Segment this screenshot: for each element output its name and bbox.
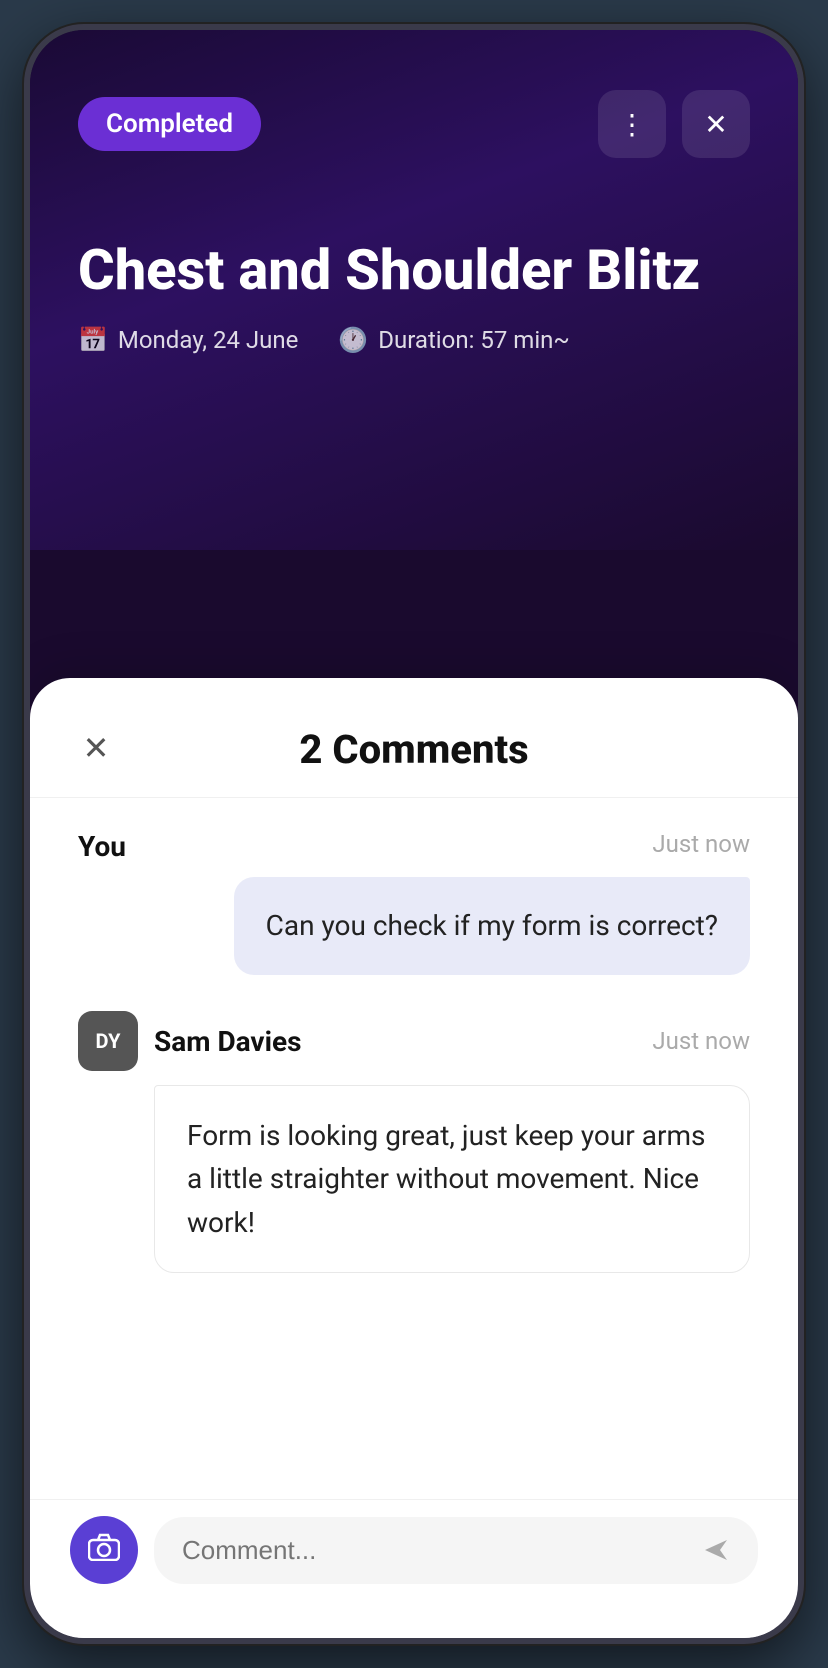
close-panel-icon: ✕	[83, 729, 110, 767]
panel-header: ✕ 2 Comments	[30, 678, 798, 798]
comment-field-wrapper[interactable]	[154, 1517, 758, 1584]
date-meta: 📅 Monday, 24 June	[78, 326, 298, 354]
completed-badge: Completed	[78, 97, 261, 151]
comments-title: 2 Comments	[299, 726, 528, 773]
comment-author-name: You	[78, 830, 126, 863]
camera-icon	[88, 1533, 120, 1568]
comment-input-bar	[30, 1499, 798, 1608]
close-comments-button[interactable]: ✕	[70, 722, 122, 774]
workout-duration: Duration: 57 min~	[378, 326, 569, 354]
comment-item: DY Sam Davies Just now Form is looking g…	[78, 1011, 750, 1273]
workout-header: Completed ⋮ ✕ Chest and Shoulder Blitz 📅…	[30, 30, 798, 550]
comment-meta: You Just now	[78, 830, 750, 863]
comment-time: Just now	[652, 1027, 750, 1055]
comment-author-name: Sam Davies	[154, 1025, 302, 1058]
comment-time: Just now	[652, 830, 750, 863]
more-icon: ⋮	[618, 108, 646, 141]
avatar: DY	[78, 1011, 138, 1071]
comments-panel: ✕ 2 Comments You Just now Can you check …	[30, 678, 798, 1638]
phone-frame: Completed ⋮ ✕ Chest and Shoulder Blitz 📅…	[24, 24, 804, 1644]
top-bar: Completed ⋮ ✕	[78, 90, 750, 158]
clock-icon: 🕐	[338, 326, 368, 354]
duration-meta: 🕐 Duration: 57 min~	[338, 326, 569, 354]
comment-bubble: Can you check if my form is correct?	[234, 877, 750, 975]
comment-author: DY Sam Davies	[78, 1011, 302, 1071]
workout-date: Monday, 24 June	[118, 326, 298, 354]
comment-meta: DY Sam Davies Just now	[78, 1011, 750, 1071]
close-icon: ✕	[704, 108, 727, 141]
close-workout-button[interactable]: ✕	[682, 90, 750, 158]
calendar-icon: 📅	[78, 326, 108, 354]
workout-meta: 📅 Monday, 24 June 🕐 Duration: 57 min~	[78, 326, 750, 354]
comments-list: You Just now Can you check if my form is…	[30, 798, 798, 1499]
workout-title: Chest and Shoulder Blitz	[78, 238, 750, 302]
comment-item: You Just now Can you check if my form is…	[78, 830, 750, 975]
comment-input[interactable]	[182, 1535, 686, 1566]
comment-bubble: Form is looking great, just keep your ar…	[154, 1085, 750, 1273]
send-button[interactable]	[702, 1536, 730, 1564]
input-avatar	[70, 1516, 138, 1584]
more-options-button[interactable]: ⋮	[598, 90, 666, 158]
top-actions: ⋮ ✕	[598, 90, 750, 158]
